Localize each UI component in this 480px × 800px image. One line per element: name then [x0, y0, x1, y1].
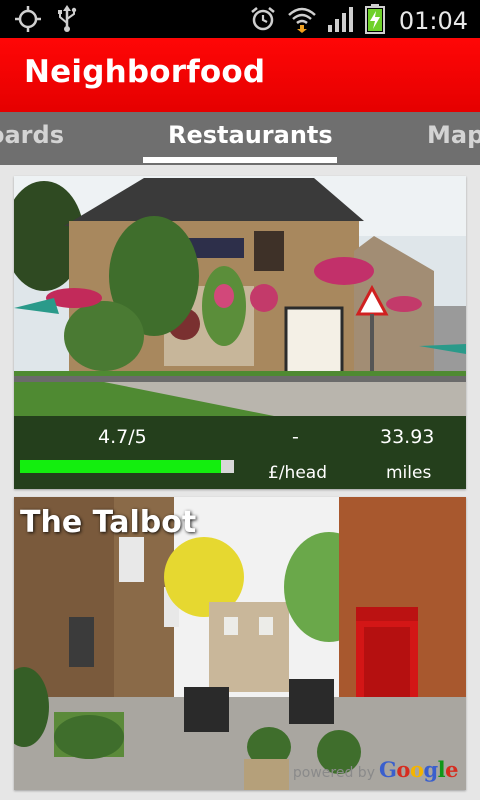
tab-selected-indicator	[143, 157, 337, 163]
gps-icon	[14, 5, 42, 37]
distance-unit: miles	[386, 463, 432, 483]
status-bar: 01:04	[0, 0, 480, 38]
price-value: -	[292, 426, 299, 448]
wifi-icon	[287, 5, 317, 37]
usb-icon	[56, 5, 78, 37]
distance-value: 33.93	[380, 426, 435, 448]
tab-restaurants[interactable]: Restaurants	[168, 121, 333, 149]
action-bar: Neighborfood	[0, 38, 480, 112]
price-unit: £/head	[268, 463, 327, 483]
rating-bar-fill	[20, 460, 222, 473]
app-title: Neighborfood	[24, 54, 266, 90]
battery-charging-icon	[364, 4, 385, 38]
rating-value: 4.7/5	[98, 426, 147, 448]
rating-bar	[20, 460, 234, 473]
signal-icon	[327, 5, 355, 37]
restaurant-card[interactable]: 4.7/5 - £/head 33.93 miles	[14, 176, 466, 489]
tab-map[interactable]: Map	[427, 121, 480, 149]
google-logo: Google	[378, 757, 459, 782]
restaurant-card[interactable]: The Talbot powered by Google	[14, 497, 466, 790]
restaurant-photo	[14, 497, 466, 790]
restaurant-name: The Talbot	[20, 505, 197, 540]
status-clock: 01:04	[398, 7, 468, 35]
powered-by-google: powered by Google	[292, 757, 459, 782]
alarm-icon	[249, 5, 277, 37]
info-bar: 4.7/5 - £/head 33.93 miles	[14, 416, 466, 489]
powered-by-text: powered by	[292, 765, 375, 781]
tab-leaderboards[interactable]: oards	[0, 121, 64, 149]
